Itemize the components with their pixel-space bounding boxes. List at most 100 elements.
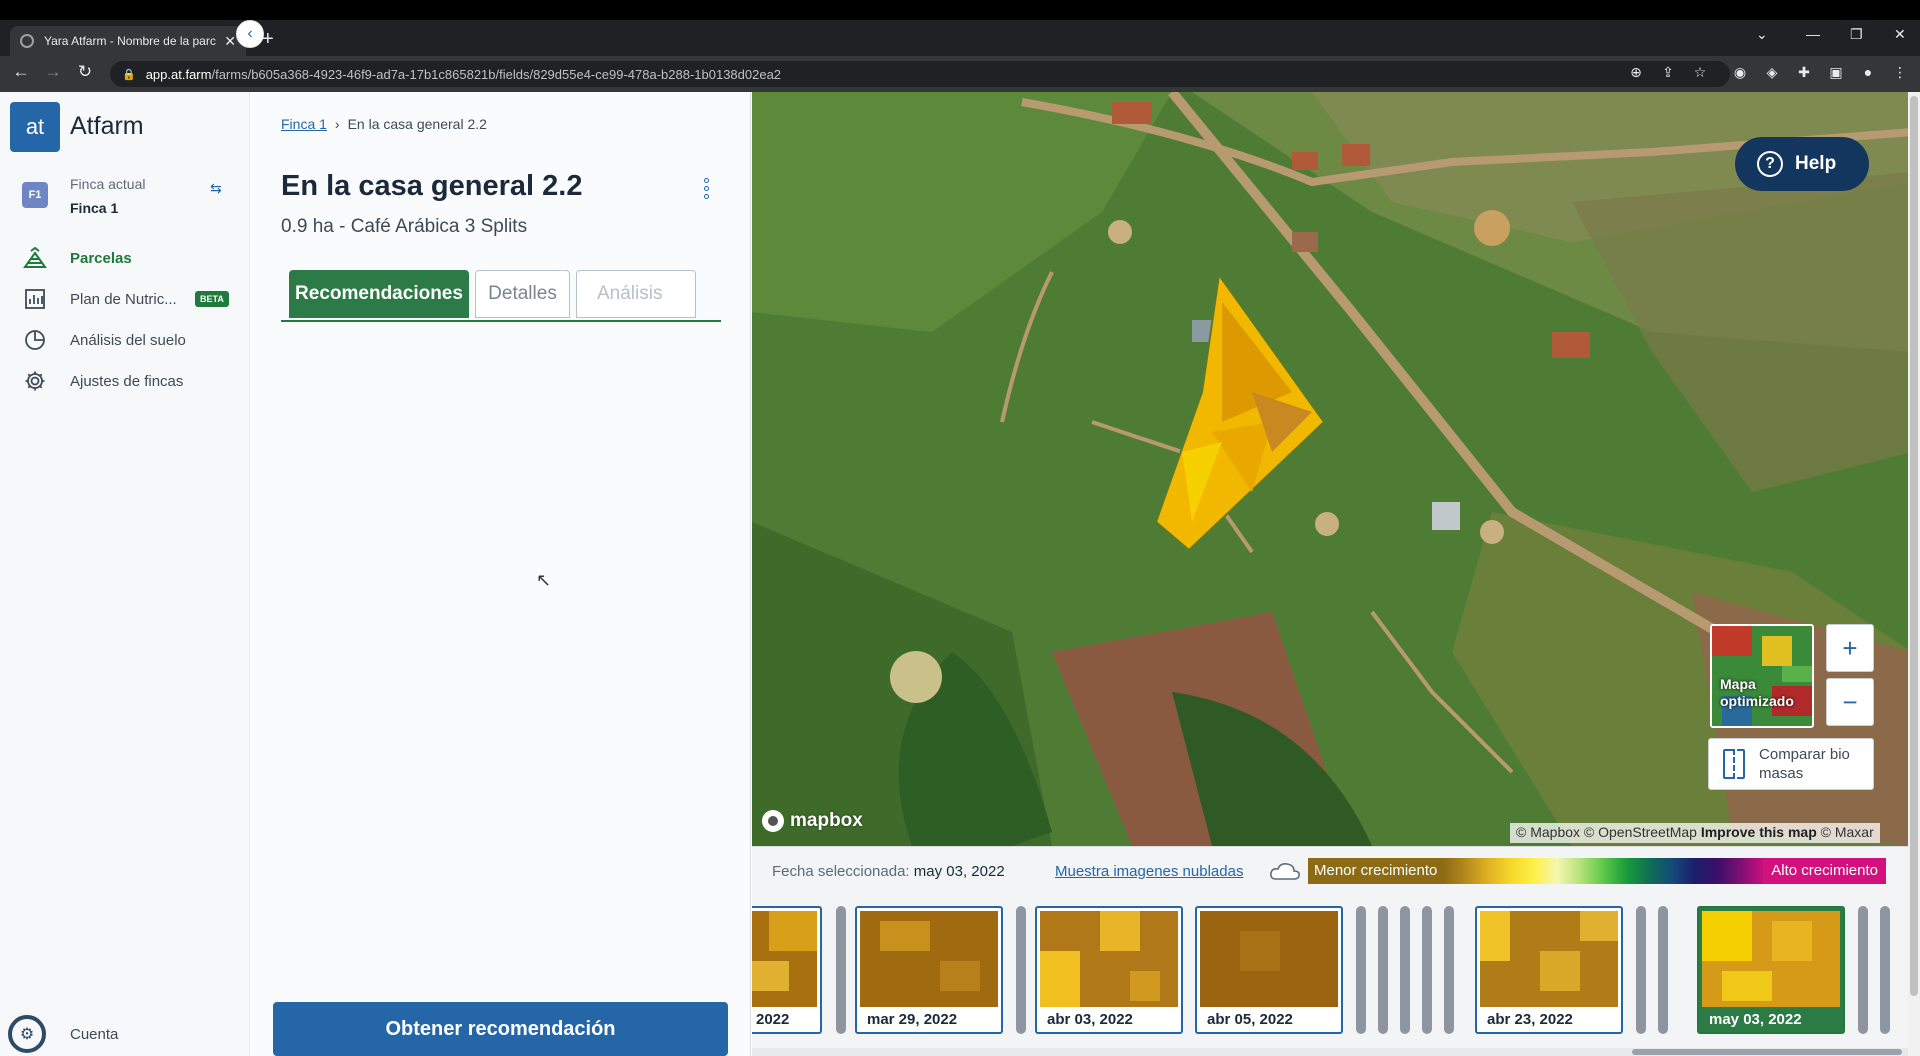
timeline-slot[interactable] xyxy=(1636,906,1646,1034)
field-panel: Finca 1 › En la casa general 2.2 En la c… xyxy=(251,92,751,1056)
timeline-scrollbar[interactable] xyxy=(752,1048,1908,1056)
legend-high-label: Alto crecimiento xyxy=(1763,858,1886,884)
mouse-cursor: ↖ xyxy=(536,570,552,590)
extension-password-icon[interactable]: ◉ xyxy=(1730,64,1750,81)
frame-thumbnail xyxy=(752,911,817,1007)
more-options-icon[interactable] xyxy=(701,178,711,199)
pie-icon xyxy=(20,325,50,355)
sidebar-item-ajustes[interactable]: Ajustes de fincas xyxy=(0,361,250,401)
selected-date-prefix: Fecha seleccionada: xyxy=(772,863,910,880)
browser-tab[interactable]: Yara Atfarm - Nombre de la parc ✕ xyxy=(10,26,246,56)
frame-date: mar 29, 2022 xyxy=(867,1011,958,1028)
timeline-slot[interactable] xyxy=(1658,906,1668,1034)
chevron-right-icon: › xyxy=(334,116,340,132)
breadcrumb: Finca 1 › En la casa general 2.2 xyxy=(281,116,487,132)
timeline-frame[interactable]: abr 05, 2022 xyxy=(1195,906,1343,1034)
timeline-frame[interactable]: abr 23, 2022 xyxy=(1475,906,1623,1034)
account-label: Cuenta xyxy=(70,1025,119,1043)
attribution-text[interactable]: © Mapbox © OpenStreetMap xyxy=(1516,824,1697,840)
sidebar-item-label: Análisis del suelo xyxy=(70,331,186,349)
extensions-puzzle-icon[interactable]: ✚ xyxy=(1794,64,1814,81)
account-button[interactable]: ⚙ Cuenta xyxy=(0,1014,250,1054)
compare-icon xyxy=(1723,749,1746,779)
mapbox-logo[interactable]: mapbox xyxy=(762,810,863,832)
timeline-slot[interactable] xyxy=(1880,906,1890,1034)
image-timeline[interactable]: 2022 mar 29, 2022 abr 03, 2022 abr 05, 2… xyxy=(752,896,1912,1056)
account-icon: ⚙ xyxy=(8,1015,46,1053)
frame-date: abr 23, 2022 xyxy=(1487,1011,1573,1028)
cloud-icon[interactable] xyxy=(1268,860,1302,882)
layer-label: Mapa optimizado xyxy=(1720,676,1794,709)
frame-thumbnail xyxy=(1480,911,1618,1007)
timeline-frame[interactable]: mar 29, 2022 xyxy=(855,906,1003,1034)
timeline-frame[interactable]: abr 03, 2022 xyxy=(1035,906,1183,1034)
timeline-frame[interactable]: 2022 xyxy=(752,906,822,1034)
timeline-slot[interactable] xyxy=(1444,906,1454,1034)
profile-icon[interactable]: ● xyxy=(1858,64,1878,80)
back-icon[interactable]: ← xyxy=(10,62,32,82)
tab-title: Yara Atfarm - Nombre de la parc xyxy=(44,34,216,48)
page-scrollbar[interactable] xyxy=(1908,92,1920,1056)
sidebar-item-parcelas[interactable]: Parcelas xyxy=(0,238,250,278)
sidebar-item-label: Parcelas xyxy=(70,249,132,267)
timeline-slot[interactable] xyxy=(1858,906,1868,1034)
tab-recomendaciones[interactable]: Recomendaciones xyxy=(289,270,469,318)
field-subtitle: 0.9 ha - Café Arábica 3 Splits xyxy=(281,216,528,237)
tab-search-icon[interactable]: ⌄ xyxy=(1756,26,1768,43)
switch-farm-icon[interactable]: ⇆ xyxy=(210,180,222,197)
show-cloudy-images-link[interactable]: Muestra imagenes nubladas xyxy=(1055,863,1243,880)
improve-map-link[interactable]: Improve this map xyxy=(1701,824,1817,840)
reload-icon[interactable]: ↻ xyxy=(74,62,96,82)
satellite-imagery xyxy=(752,92,1912,846)
collapse-sidebar-button[interactable]: ‹ xyxy=(236,20,264,48)
url-host: app.at.farm xyxy=(145,66,212,82)
forward-icon[interactable]: → xyxy=(42,62,64,82)
frame-date: abr 05, 2022 xyxy=(1207,1011,1293,1028)
map-attribution: © Mapbox © OpenStreetMap Improve this ma… xyxy=(1510,823,1880,843)
tab-detalles[interactable]: Detalles xyxy=(475,270,570,318)
compare-biomass-button[interactable]: Comparar bio masas xyxy=(1708,738,1874,790)
frame-date: 2022 xyxy=(756,1011,790,1028)
timeline-slot[interactable] xyxy=(836,906,846,1034)
help-button[interactable]: ? Help xyxy=(1735,137,1869,191)
timeline-slot[interactable] xyxy=(1400,906,1410,1034)
farm-caption: Finca actual xyxy=(70,176,146,192)
extension-translate-icon[interactable]: ◈ xyxy=(1762,64,1782,81)
timeline-frame-selected[interactable]: may 03, 2022 xyxy=(1697,906,1845,1034)
browser-menu-icon[interactable]: ⋮ xyxy=(1890,64,1910,81)
frame-date: may 03, 2022 xyxy=(1709,1011,1802,1028)
breadcrumb-link-farm[interactable]: Finca 1 xyxy=(281,116,327,132)
get-recommendation-button[interactable]: Obtener recomendación xyxy=(273,1002,728,1056)
attribution-maxar[interactable]: © Maxar xyxy=(1821,824,1874,840)
sidebar-item-plan-nutricion[interactable]: Plan de Nutric... BETA xyxy=(0,279,250,319)
lock-icon: 🔒 xyxy=(122,68,136,81)
chart-icon xyxy=(20,284,50,314)
mapbox-wordmark: mapbox xyxy=(790,810,863,831)
sidebar: at Atfarm F1 Finca actual Finca 1 ⇆ Parc… xyxy=(0,92,250,1056)
sidebar-item-analisis-suelo[interactable]: Análisis del suelo xyxy=(0,320,250,360)
selected-date-value: may 03, 2022 xyxy=(913,863,1005,880)
timeline-slot[interactable] xyxy=(1378,906,1388,1034)
restore-icon[interactable]: ❐ xyxy=(1850,26,1863,43)
side-panel-icon[interactable]: ▣ xyxy=(1826,64,1846,81)
close-tab-icon[interactable]: ✕ xyxy=(224,33,236,50)
timeline-slot[interactable] xyxy=(1356,906,1366,1034)
tab-strip xyxy=(0,20,1920,56)
layer-toggle-thumbnail[interactable]: Mapa optimizado xyxy=(1710,624,1814,728)
timeline-slot[interactable] xyxy=(1422,906,1432,1034)
minimize-icon[interactable]: — xyxy=(1806,26,1820,42)
share-icon[interactable]: ⇪ xyxy=(1658,64,1678,81)
bookmark-star-icon[interactable]: ☆ xyxy=(1690,64,1710,81)
address-bar[interactable]: 🔒 app.at.farm/farms/b605a368-4923-46f9-a… xyxy=(110,61,1730,87)
zoom-in-button[interactable]: + xyxy=(1826,624,1874,672)
tab-analisis[interactable]: Análisis xyxy=(576,270,696,318)
timeline-slot[interactable] xyxy=(1016,906,1026,1034)
breadcrumb-current: En la casa general 2.2 xyxy=(347,116,487,132)
frame-thumbnail xyxy=(1200,911,1338,1007)
gear-icon xyxy=(20,366,50,396)
frame-thumbnail xyxy=(1702,911,1840,1007)
close-window-icon[interactable]: ✕ xyxy=(1894,26,1906,43)
zoom-out-button[interactable]: − xyxy=(1826,678,1874,726)
zoom-icon[interactable]: ⊕ xyxy=(1626,64,1646,81)
map-view[interactable] xyxy=(752,92,1912,846)
